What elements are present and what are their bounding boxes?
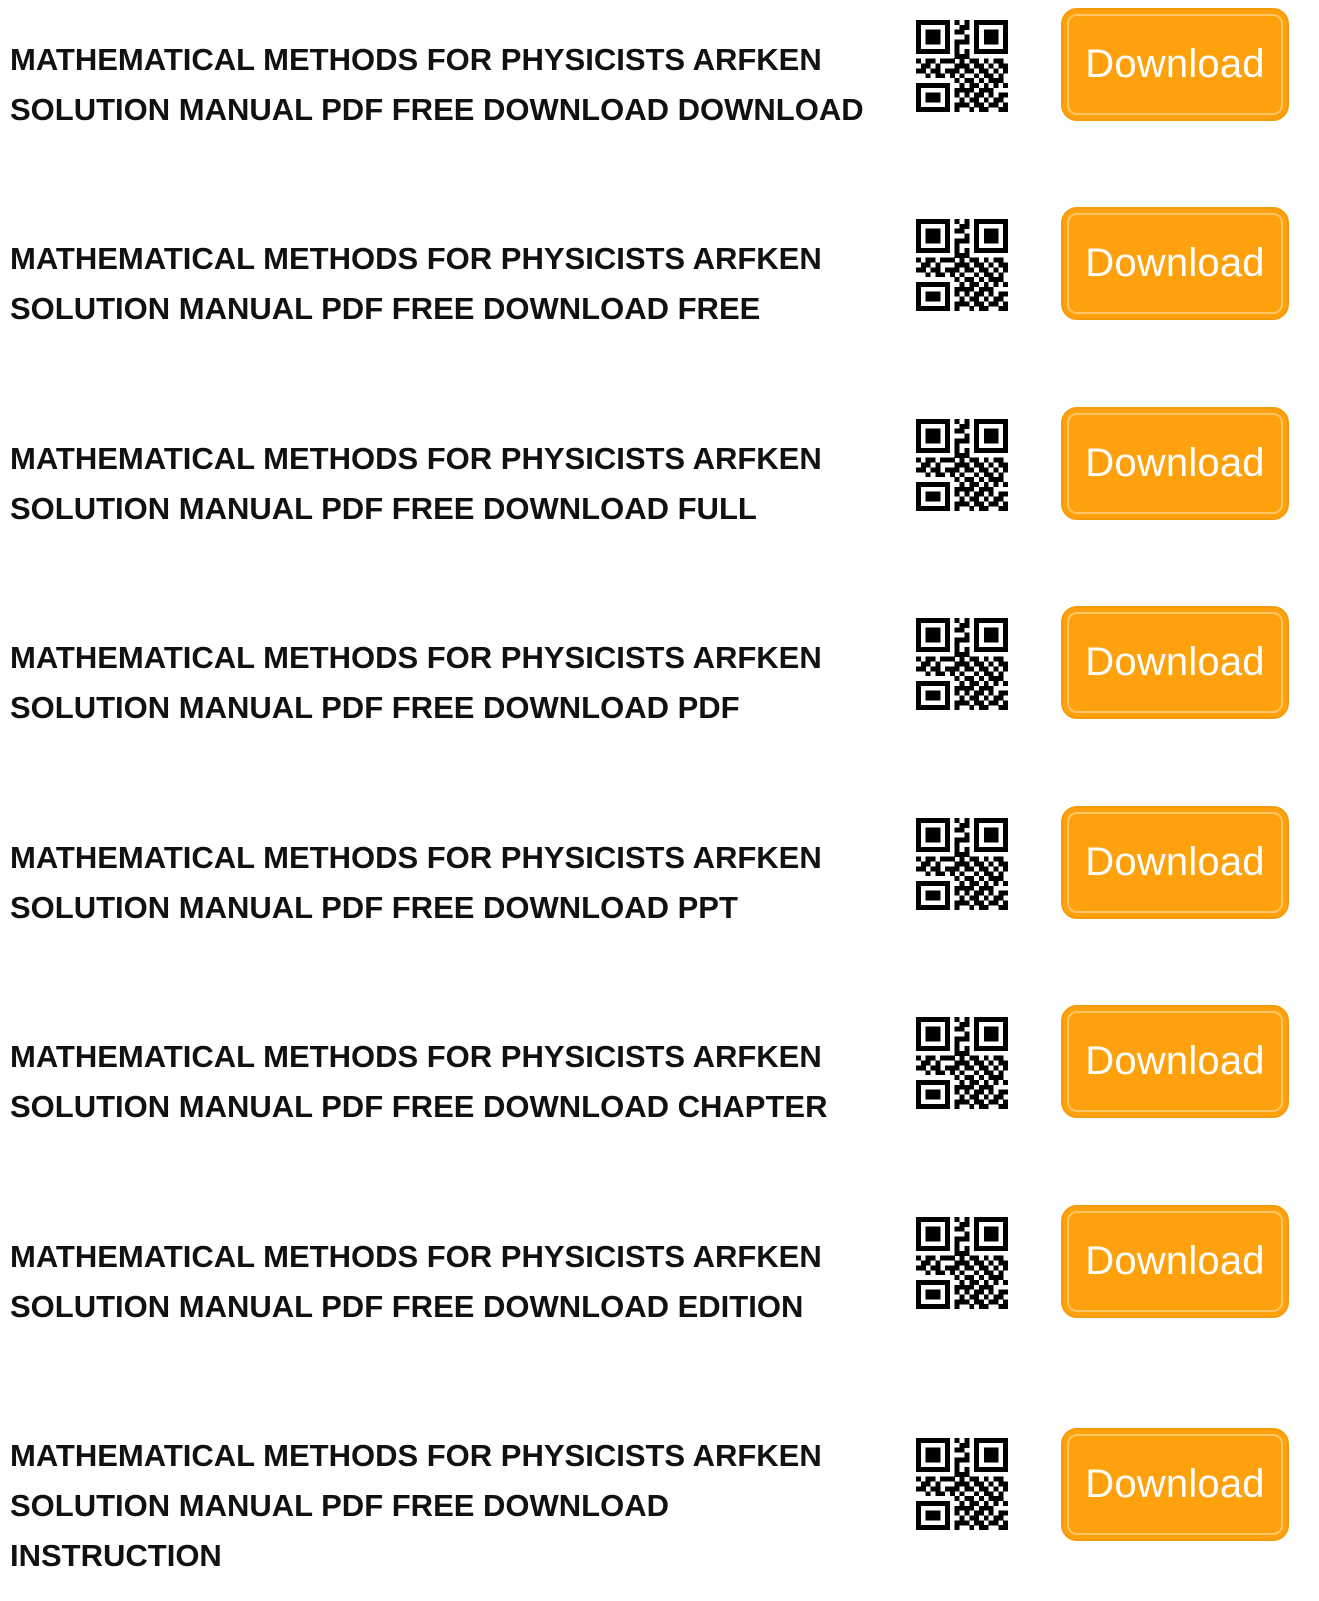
item-title: MATHEMATICAL METHODS FOR PHYSICISTS ARFK… (10, 1032, 890, 1132)
item-title-line: MATHEMATICAL METHODS FOR PHYSICISTS ARFK… (10, 42, 822, 77)
qr-code-icon (916, 20, 1008, 112)
item-title-line: MATHEMATICAL METHODS FOR PHYSICISTS ARFK… (10, 441, 822, 476)
item-title: MATHEMATICAL METHODS FOR PHYSICISTS ARFK… (10, 833, 890, 933)
qr-code-icon (916, 1217, 1008, 1309)
qr-code-icon (916, 1017, 1008, 1109)
item-title-line: SOLUTION MANUAL PDF FREE DOWNLOAD FULL (10, 491, 757, 526)
item-title-line: SOLUTION MANUAL PDF FREE DOWNLOAD PDF (10, 690, 740, 725)
download-button[interactable]: Download (1061, 207, 1289, 320)
download-button[interactable]: Download (1061, 806, 1289, 919)
item-title-line: SOLUTION MANUAL PDF FREE DOWNLOAD EDITIO… (10, 1289, 804, 1324)
item-title-line: SOLUTION MANUAL PDF FREE DOWNLOAD DOWNLO… (10, 92, 864, 127)
item-title-line: SOLUTION MANUAL PDF FREE DOWNLOAD FREE (10, 291, 761, 326)
qr-code-icon (916, 219, 1008, 311)
list-item: MATHEMATICAL METHODS FOR PHYSICISTS ARFK… (0, 0, 1319, 140)
item-title: MATHEMATICAL METHODS FOR PHYSICISTS ARFK… (10, 434, 890, 534)
item-title-line: MATHEMATICAL METHODS FOR PHYSICISTS ARFK… (10, 1039, 822, 1074)
download-button[interactable]: Download (1061, 1205, 1289, 1318)
list-item: MATHEMATICAL METHODS FOR PHYSICISTS ARFK… (0, 1197, 1319, 1337)
download-button[interactable]: Download (1061, 1005, 1289, 1118)
list-item: MATHEMATICAL METHODS FOR PHYSICISTS ARFK… (0, 798, 1319, 938)
item-title: MATHEMATICAL METHODS FOR PHYSICISTS ARFK… (10, 1232, 890, 1332)
download-button[interactable]: Download (1061, 407, 1289, 520)
item-title-line: MATHEMATICAL METHODS FOR PHYSICISTS ARFK… (10, 640, 822, 675)
item-title-line: SOLUTION MANUAL PDF FREE DOWNLOAD (10, 1488, 670, 1523)
item-title-line: SOLUTION MANUAL PDF FREE DOWNLOAD PPT (10, 890, 738, 925)
qr-code-icon (916, 419, 1008, 511)
list-item: MATHEMATICAL METHODS FOR PHYSICISTS ARFK… (0, 598, 1319, 738)
list-item: MATHEMATICAL METHODS FOR PHYSICISTS ARFK… (0, 199, 1319, 339)
item-title-line: INSTRUCTION (10, 1538, 222, 1573)
item-title: MATHEMATICAL METHODS FOR PHYSICISTS ARFK… (10, 35, 890, 135)
list-item: MATHEMATICAL METHODS FOR PHYSICISTS ARFK… (0, 399, 1319, 539)
qr-code-icon (916, 818, 1008, 910)
item-title: MATHEMATICAL METHODS FOR PHYSICISTS ARFK… (10, 234, 890, 334)
download-button[interactable]: Download (1061, 8, 1289, 121)
download-button[interactable]: Download (1061, 606, 1289, 719)
item-title-line: MATHEMATICAL METHODS FOR PHYSICISTS ARFK… (10, 241, 822, 276)
list-item: MATHEMATICAL METHODS FOR PHYSICISTS ARFK… (0, 997, 1319, 1137)
item-title-line: MATHEMATICAL METHODS FOR PHYSICISTS ARFK… (10, 1239, 822, 1274)
list-item: MATHEMATICAL METHODS FOR PHYSICISTS ARFK… (0, 1396, 1319, 1601)
item-title-line: MATHEMATICAL METHODS FOR PHYSICISTS ARFK… (10, 1438, 822, 1473)
item-title: MATHEMATICAL METHODS FOR PHYSICISTS ARFK… (10, 633, 890, 733)
item-title: MATHEMATICAL METHODS FOR PHYSICISTS ARFK… (10, 1431, 890, 1581)
qr-code-icon (916, 1438, 1008, 1530)
download-button[interactable]: Download (1061, 1428, 1289, 1541)
item-title-line: SOLUTION MANUAL PDF FREE DOWNLOAD CHAPTE… (10, 1089, 828, 1124)
qr-code-icon (916, 618, 1008, 710)
item-title-line: MATHEMATICAL METHODS FOR PHYSICISTS ARFK… (10, 840, 822, 875)
